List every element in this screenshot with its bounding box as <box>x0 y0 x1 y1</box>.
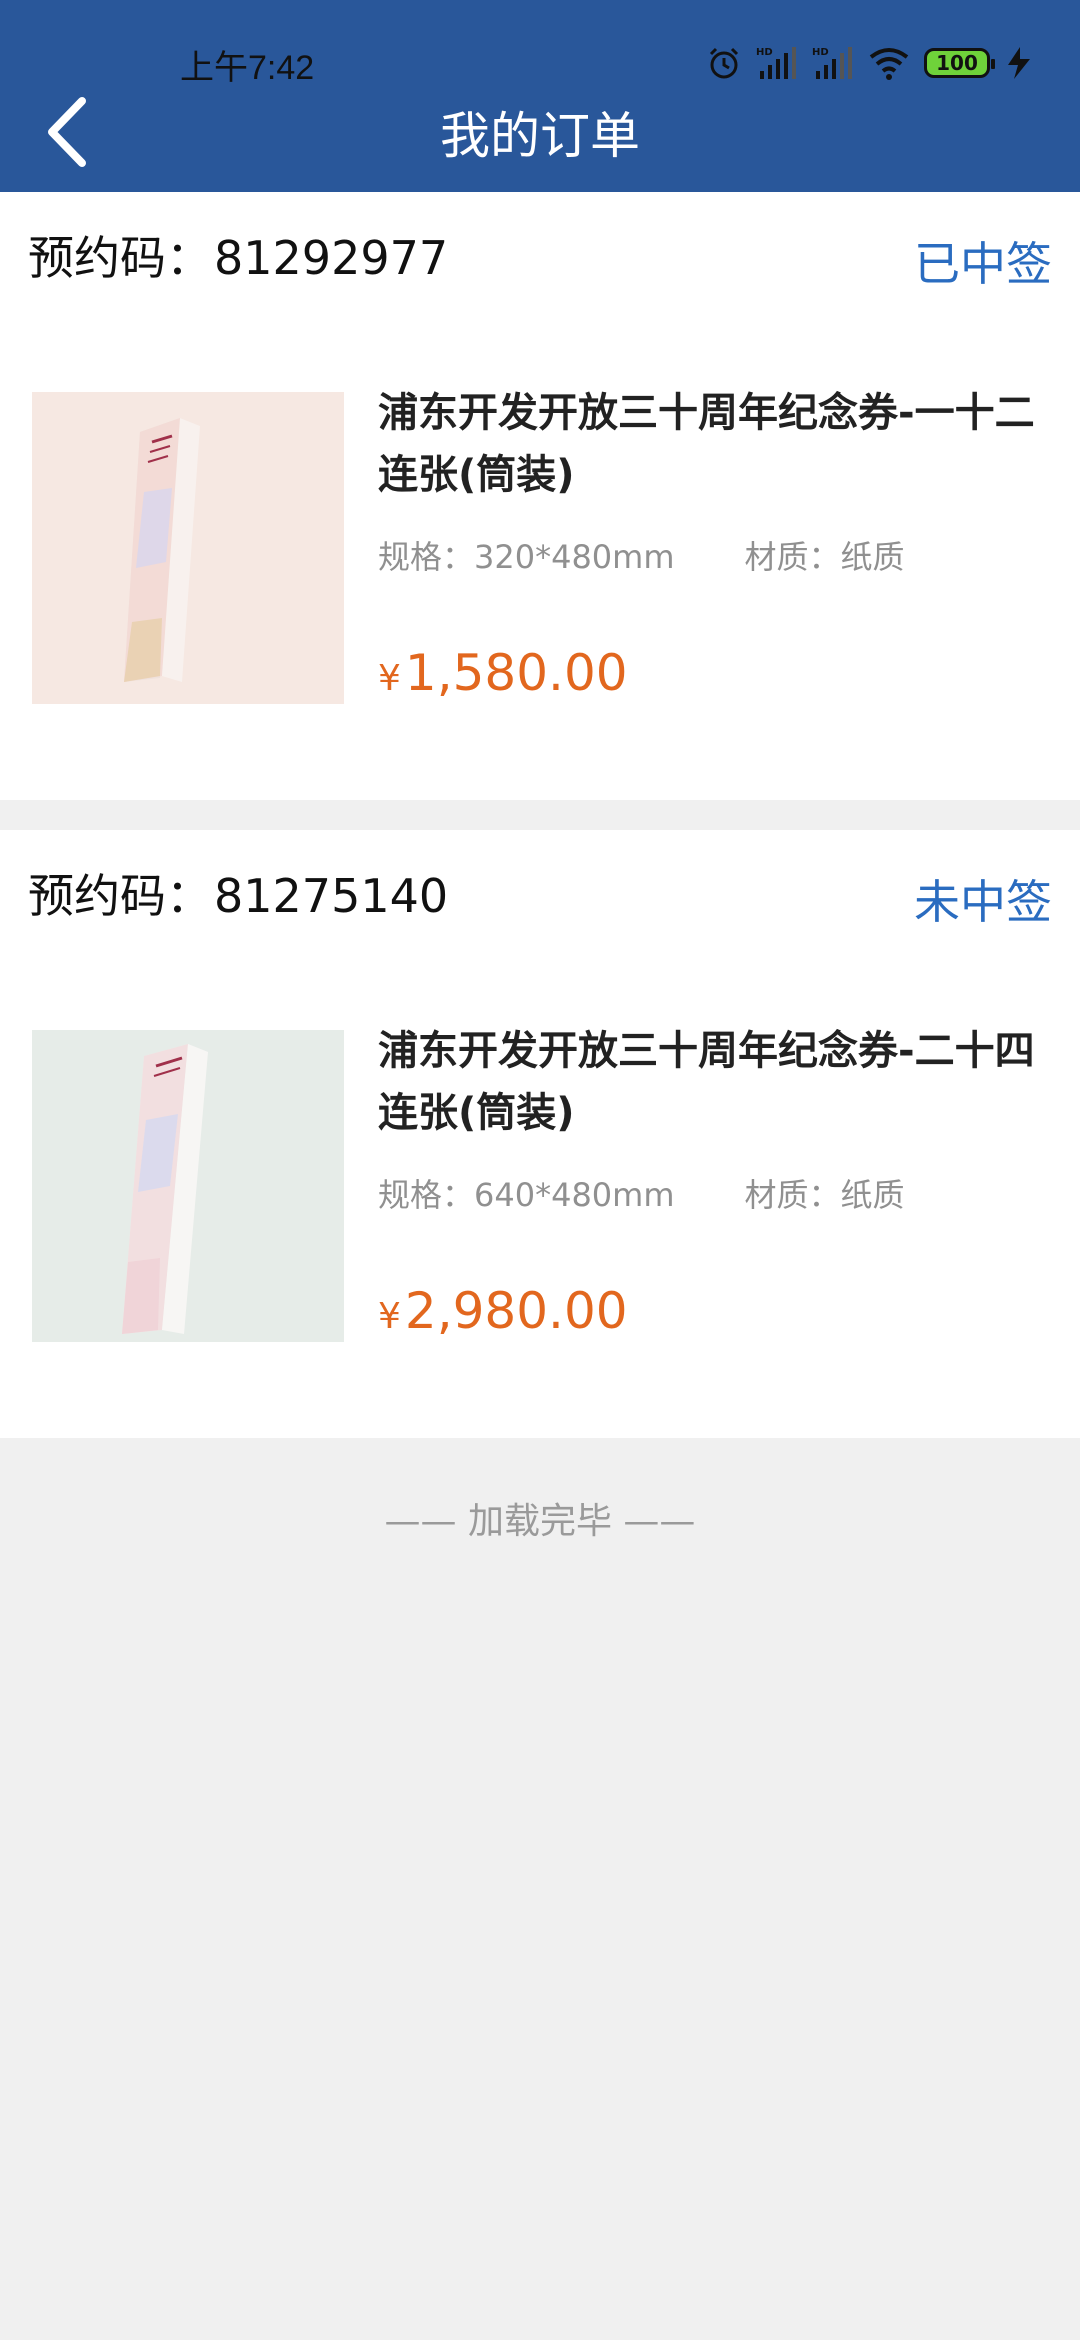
svg-text:HD: HD <box>756 47 773 58</box>
reservation-code: 预约码：81292977 <box>28 222 448 288</box>
product-spec-material: 材质：纸质 <box>744 538 905 576</box>
product-image[interactable] <box>32 392 344 704</box>
price-amount: 1,580.00 <box>404 644 628 702</box>
load-complete-text: —— 加载完毕 —— <box>384 1501 696 1542</box>
currency-symbol: ¥ <box>378 658 401 699</box>
product-title[interactable]: 浦东开发开放三十周年纪念券-一十二连张(筒装) <box>378 382 1038 506</box>
reservation-code-value: 81275140 <box>214 869 449 923</box>
order-card[interactable]: 预约码：81275140 未中签 浦东开发开放三十周年纪念券-二十四连张(筒装)… <box>0 830 1080 1438</box>
reservation-code-value: 81292977 <box>214 231 449 285</box>
product-spec-size: 规格：320*480mm <box>378 538 675 576</box>
product-specs: 规格：320*480mm 材质：纸质 <box>378 532 1038 578</box>
product-price: ¥ 2,980.00 <box>378 1282 1038 1340</box>
charging-icon <box>1004 45 1034 81</box>
signal-hd-icon: HD <box>756 45 798 81</box>
price-amount: 2,980.00 <box>404 1282 628 1340</box>
page-title: 我的订单 <box>440 107 640 165</box>
status-time: 上午7:42 <box>180 49 315 87</box>
reservation-code: 预约码：81275140 <box>28 860 448 926</box>
order-card[interactable]: 预约码：81292977 已中签 浦东开发开放三十周年纪念券-一十二连张(筒装)… <box>0 192 1080 800</box>
battery-icon: 100 <box>924 48 995 78</box>
product-info: 浦东开发开放三十周年纪念券-二十四连张(筒装) 规格：640*480mm 材质：… <box>378 1020 1038 1340</box>
status-icons: HD HD 100 <box>706 40 1034 86</box>
alarm-icon <box>706 45 742 81</box>
wifi-icon <box>868 45 910 81</box>
currency-symbol: ¥ <box>378 1296 401 1337</box>
product-spec-size: 规格：640*480mm <box>378 1176 675 1214</box>
product-price: ¥ 1,580.00 <box>378 644 1038 702</box>
reservation-code-label: 预约码： <box>28 869 212 923</box>
lottery-status[interactable]: 未中签 <box>914 866 1052 932</box>
product-spec-material: 材质：纸质 <box>744 1176 905 1214</box>
signal-hd-icon: HD <box>812 45 854 81</box>
top-bar: 上午7:42 HD HD 100 我的订单 <box>0 0 1080 192</box>
reservation-code-label: 预约码： <box>28 231 212 285</box>
product-title[interactable]: 浦东开发开放三十周年纪念券-二十四连张(筒装) <box>378 1020 1038 1144</box>
product-image[interactable] <box>32 1030 344 1342</box>
svg-text:HD: HD <box>812 47 829 58</box>
product-specs: 规格：640*480mm 材质：纸质 <box>378 1170 1038 1216</box>
product-info: 浦东开发开放三十周年纪念券-一十二连张(筒装) 规格：320*480mm 材质：… <box>378 382 1038 702</box>
lottery-status[interactable]: 已中签 <box>914 228 1052 294</box>
